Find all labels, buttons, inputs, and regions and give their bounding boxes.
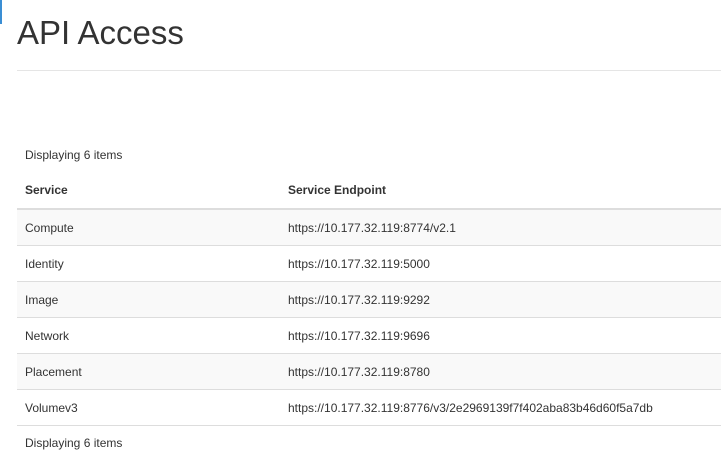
service-cell: Placement bbox=[17, 353, 280, 390]
column-header-service[interactable]: Service bbox=[17, 172, 280, 210]
service-cell: Compute bbox=[17, 208, 280, 246]
service-cell: Volumev3 bbox=[17, 389, 280, 426]
endpoint-cell: https://10.177.32.119:5000 bbox=[280, 245, 721, 282]
item-count-top: Displaying 6 items bbox=[25, 147, 123, 162]
endpoint-cell: https://10.177.32.119:8774/v2.1 bbox=[280, 208, 721, 246]
table-row: Image https://10.177.32.119:9292 bbox=[17, 281, 721, 318]
table-header-row: Service Service Endpoint bbox=[17, 172, 721, 210]
table-count-header: Displaying 6 items bbox=[17, 137, 721, 172]
page-header: API Access bbox=[17, 0, 721, 71]
table-row: Network https://10.177.32.119:9696 bbox=[17, 317, 721, 354]
item-count-bottom: Displaying 6 items bbox=[17, 425, 721, 460]
sidebar-edge-accent bbox=[0, 0, 2, 24]
endpoint-cell: https://10.177.32.119:8780 bbox=[280, 353, 721, 390]
table-count-footer: Displaying 6 items bbox=[17, 425, 721, 460]
service-cell: Network bbox=[17, 317, 280, 354]
column-header-service-endpoint[interactable]: Service Endpoint bbox=[280, 172, 721, 210]
table-row: Identity https://10.177.32.119:5000 bbox=[17, 245, 721, 282]
api-access-table: Displaying 6 items Service Service Endpo… bbox=[17, 137, 721, 460]
table-row: Volumev3 https://10.177.32.119:8776/v3/2… bbox=[17, 389, 721, 426]
endpoint-cell: https://10.177.32.119:8776/v3/2e2969139f… bbox=[280, 389, 721, 426]
page-title: API Access bbox=[17, 14, 184, 51]
endpoint-cell: https://10.177.32.119:9696 bbox=[280, 317, 721, 354]
table-row: Compute https://10.177.32.119:8774/v2.1 bbox=[17, 208, 721, 246]
api-access-table-wrapper: Displaying 6 items Service Service Endpo… bbox=[17, 137, 721, 460]
service-cell: Image bbox=[17, 281, 280, 318]
endpoint-cell: https://10.177.32.119:9292 bbox=[280, 281, 721, 318]
table-row: Placement https://10.177.32.119:8780 bbox=[17, 353, 721, 390]
service-cell: Identity bbox=[17, 245, 280, 282]
